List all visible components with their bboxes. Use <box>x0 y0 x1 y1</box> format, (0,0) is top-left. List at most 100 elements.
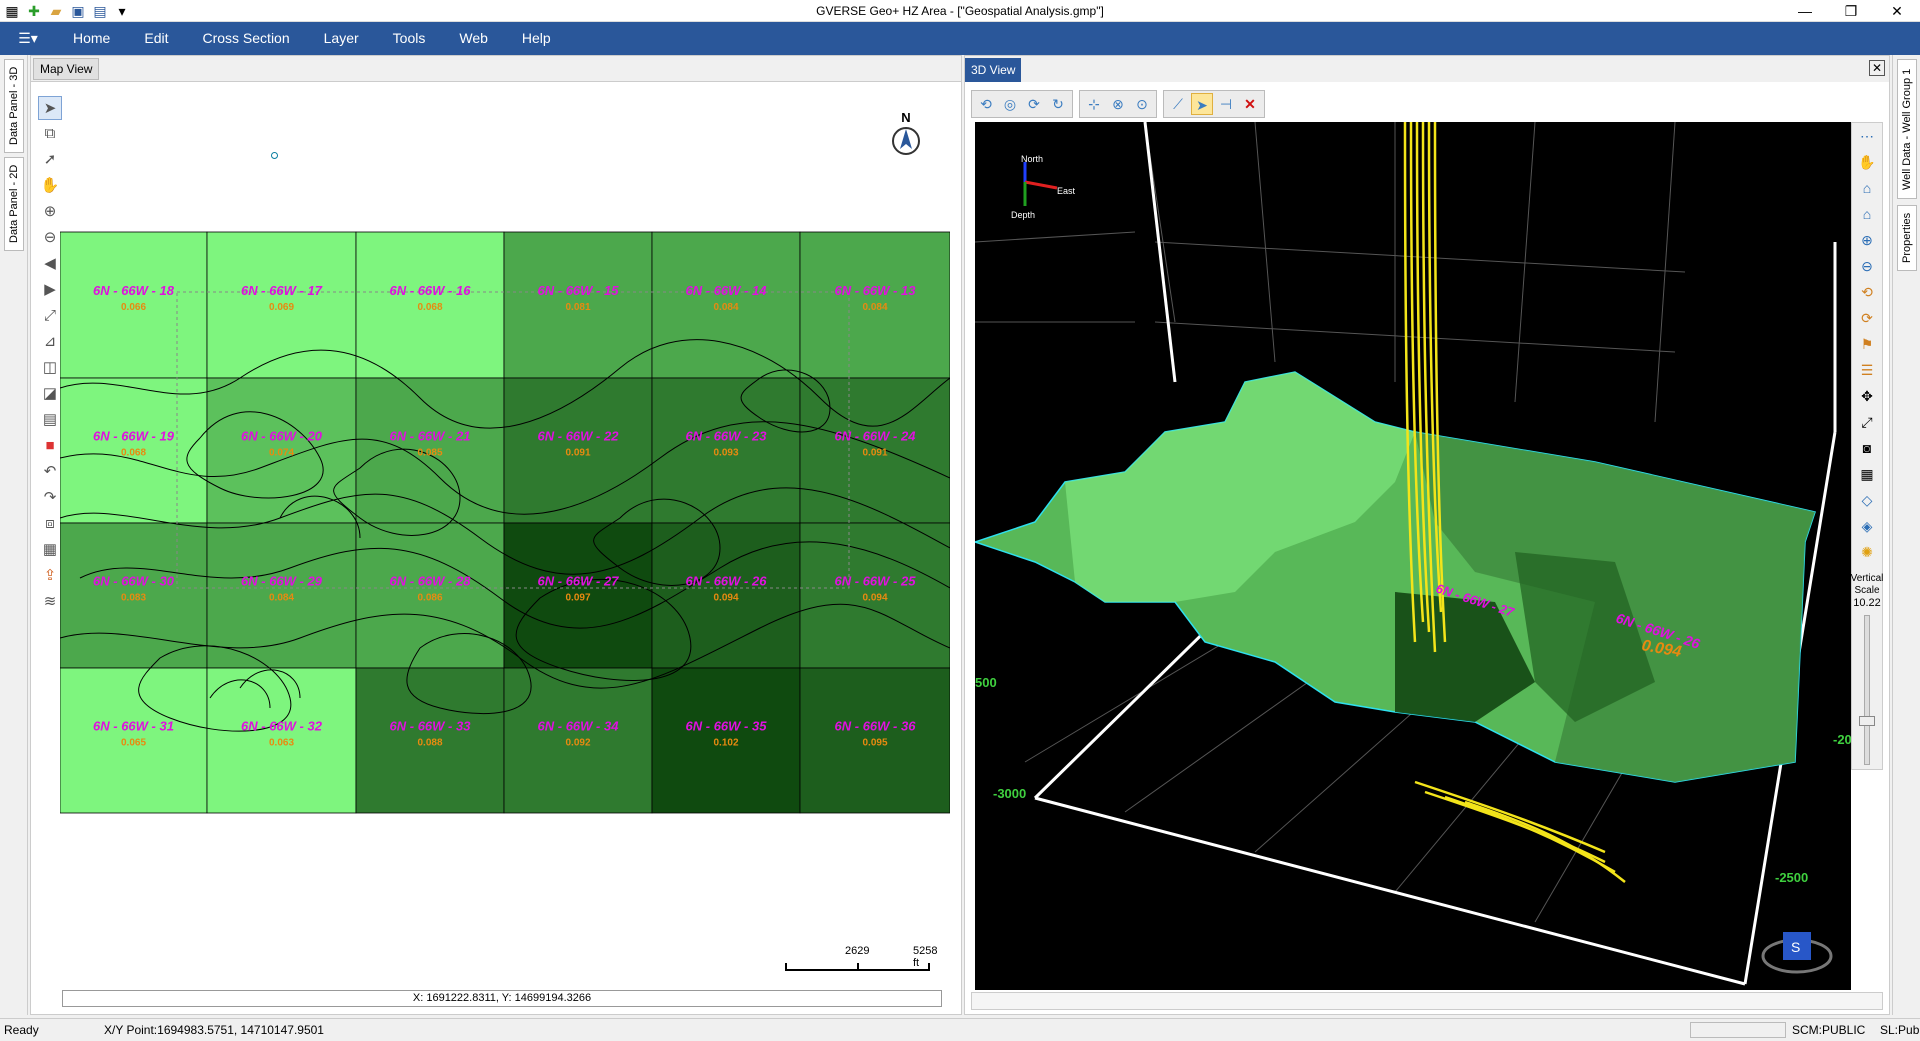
tab-data-panel-2d[interactable]: Data Panel - 2D <box>4 157 24 251</box>
pan-hand-icon[interactable]: ✋ <box>38 174 62 198</box>
copy-icon[interactable]: ⧈ <box>38 512 62 536</box>
zoom-in-icon[interactable]: ⊕ <box>38 200 62 224</box>
left-panel-strip: Data Panel - 3D Data Panel - 2D <box>0 55 28 1015</box>
home-fit-icon[interactable]: ⌂ <box>1855 202 1879 226</box>
qa-dropdown-icon[interactable]: ▾ <box>112 1 132 21</box>
grid-icon[interactable]: ▦ <box>1855 462 1879 486</box>
slider-knob[interactable] <box>1859 716 1875 726</box>
save-as-icon[interactable]: ▤ <box>90 1 110 21</box>
palette-icon[interactable]: ◈ <box>1855 514 1879 538</box>
app-logo-icon[interactable]: ▦ <box>2 1 22 21</box>
tab-map-view[interactable]: Map View <box>33 58 100 80</box>
add-point-icon[interactable]: ⊹ <box>1083 93 1105 115</box>
section-label: 6N - 66W - 28 <box>390 574 472 589</box>
tab-3d-view[interactable]: 3D View <box>965 58 1022 82</box>
surface <box>975 371 1816 783</box>
export-icon[interactable]: ▦ <box>38 538 62 562</box>
layers-icon[interactable]: ☰ <box>1855 358 1879 382</box>
reset-view-icon[interactable]: ↻ <box>1047 93 1069 115</box>
section-value: 0.084 <box>713 302 738 313</box>
more-icon[interactable]: ⋯ <box>1855 124 1879 148</box>
open-folder-icon[interactable]: ▰ <box>46 1 66 21</box>
light-icon[interactable]: ✺ <box>1855 540 1879 564</box>
section-label: 6N - 66W - 26 <box>686 574 768 589</box>
move-icon[interactable]: ✥ <box>1855 384 1879 408</box>
menu-cross-section[interactable]: Cross Section <box>185 22 306 55</box>
select-arrow-icon[interactable]: ➤ <box>38 96 62 120</box>
undo-icon[interactable]: ↶ <box>38 460 62 484</box>
right-panel-strip: Well Data - Well Group 1 Properties <box>1892 55 1920 1015</box>
zoom-out-icon[interactable]: ⊖ <box>1855 254 1879 278</box>
rotate-alt-icon[interactable]: ⟳ <box>1855 306 1879 330</box>
menu-web[interactable]: Web <box>442 22 505 55</box>
section-label: 6N - 66W - 33 <box>390 719 472 734</box>
flag-icon[interactable]: ⚑ <box>1855 332 1879 356</box>
orbit-icon[interactable]: ◎ <box>999 93 1021 115</box>
stop-icon[interactable]: ■ <box>38 434 62 458</box>
quick-access-toolbar: ▦ ✚ ▰ ▣ ▤ ▾ <box>2 1 132 21</box>
camera-icon[interactable]: ◙ <box>1855 436 1879 460</box>
tick-label: -2500 <box>1775 870 1808 885</box>
layer-select-icon[interactable]: ⧉ <box>38 122 62 146</box>
tab-well-data[interactable]: Well Data - Well Group 1 <box>1897 59 1917 199</box>
3d-horizontal-scrollbar[interactable] <box>971 992 1883 1010</box>
menu-edit[interactable]: Edit <box>127 22 185 55</box>
menu-layer[interactable]: Layer <box>307 22 376 55</box>
close-icon[interactable]: ✕ <box>1874 0 1920 22</box>
close-panel-icon[interactable]: ✕ <box>1869 60 1885 76</box>
fit-icon[interactable]: ⤢ <box>1855 410 1879 434</box>
minimize-icon[interactable]: — <box>1782 0 1828 22</box>
well-icon[interactable]: ⇪ <box>38 564 62 588</box>
menu-help[interactable]: Help <box>505 22 568 55</box>
section-value: 0.102 <box>713 738 738 749</box>
section-label: 6N - 66W - 15 <box>538 283 620 298</box>
properties-icon[interactable]: ▤ <box>38 408 62 432</box>
section-value: 0.088 <box>417 738 442 749</box>
restore-icon[interactable]: ❐ <box>1828 0 1874 22</box>
section-label: 6N - 66W - 19 <box>93 429 175 444</box>
home-icon[interactable]: ⌂ <box>1855 176 1879 200</box>
split-icon[interactable]: ⊣ <box>1215 93 1237 115</box>
rotate-view-icon[interactable]: ⟲ <box>975 93 997 115</box>
pan-hand-icon[interactable]: ✋ <box>1855 150 1879 174</box>
tab-properties[interactable]: Properties <box>1897 205 1917 271</box>
save-icon[interactable]: ▣ <box>68 1 88 21</box>
map-point-marker[interactable] <box>271 152 278 159</box>
zoom-in-icon[interactable]: ⊕ <box>1855 228 1879 252</box>
3d-viewport[interactable]: North East Depth 500 -3000 -2500 -20 6N … <box>975 122 1851 990</box>
remove-point-icon[interactable]: ⊗ <box>1107 93 1129 115</box>
tab-data-panel-3d[interactable]: Data Panel - 3D <box>4 59 24 153</box>
menu-home[interactable]: Home <box>56 22 127 55</box>
draw-line-icon[interactable]: ⟋ <box>1167 93 1189 115</box>
app-menu-icon[interactable]: ☰▾ <box>0 22 56 55</box>
status-bar: Ready X/Y Point:1694983.5751, 14710147.9… <box>0 1018 1920 1040</box>
measure-icon[interactable]: ⊿ <box>38 330 62 354</box>
delete-icon[interactable]: ✕ <box>1239 93 1261 115</box>
edit-shape-icon[interactable]: ◫ <box>38 356 62 380</box>
map-canvas[interactable]: 6N - 66W - 18 0.066 6N - 66W - 17 0.069 6N -… <box>60 218 950 828</box>
orientation-cube[interactable]: S <box>1761 932 1833 974</box>
cube-face-label: S <box>1791 939 1800 955</box>
spin-icon[interactable]: ⟳ <box>1023 93 1045 115</box>
zoom-out-icon[interactable]: ⊖ <box>38 226 62 250</box>
section-label: 6N - 66W - 23 <box>686 429 768 444</box>
status-ready: Ready <box>4 1023 39 1037</box>
new-icon[interactable]: ✚ <box>24 1 44 21</box>
compass-icon <box>892 127 920 155</box>
vertical-scale-slider[interactable] <box>1859 615 1875 765</box>
rotate-icon[interactable]: ⟲ <box>1855 280 1879 304</box>
select-cursor-icon[interactable]: ➤ <box>1191 93 1213 115</box>
add-select-icon[interactable]: ➚ <box>38 148 62 172</box>
menu-tools[interactable]: Tools <box>376 22 443 55</box>
axis-east-label: East <box>1057 186 1076 196</box>
forward-icon[interactable]: ▶ <box>38 278 62 302</box>
section-value: 0.068 <box>121 448 146 459</box>
3d-view-panel: 3D View ✕ ⟲ ◎ ⟳ ↻ ⊹ ⊗ ⊙ ⟋ ➤ ⊣ ✕ North Ea… <box>964 55 1890 1015</box>
map-icon[interactable]: ◇ <box>1855 488 1879 512</box>
edit-point-icon[interactable]: ⊙ <box>1131 93 1153 115</box>
contour-icon[interactable]: ≋ <box>38 590 62 614</box>
edit-layer-icon[interactable]: ◪ <box>38 382 62 406</box>
back-icon[interactable]: ◀ <box>38 252 62 276</box>
zoom-extents-icon[interactable]: ⤢ <box>38 304 62 328</box>
redo-icon[interactable]: ↷ <box>38 486 62 510</box>
